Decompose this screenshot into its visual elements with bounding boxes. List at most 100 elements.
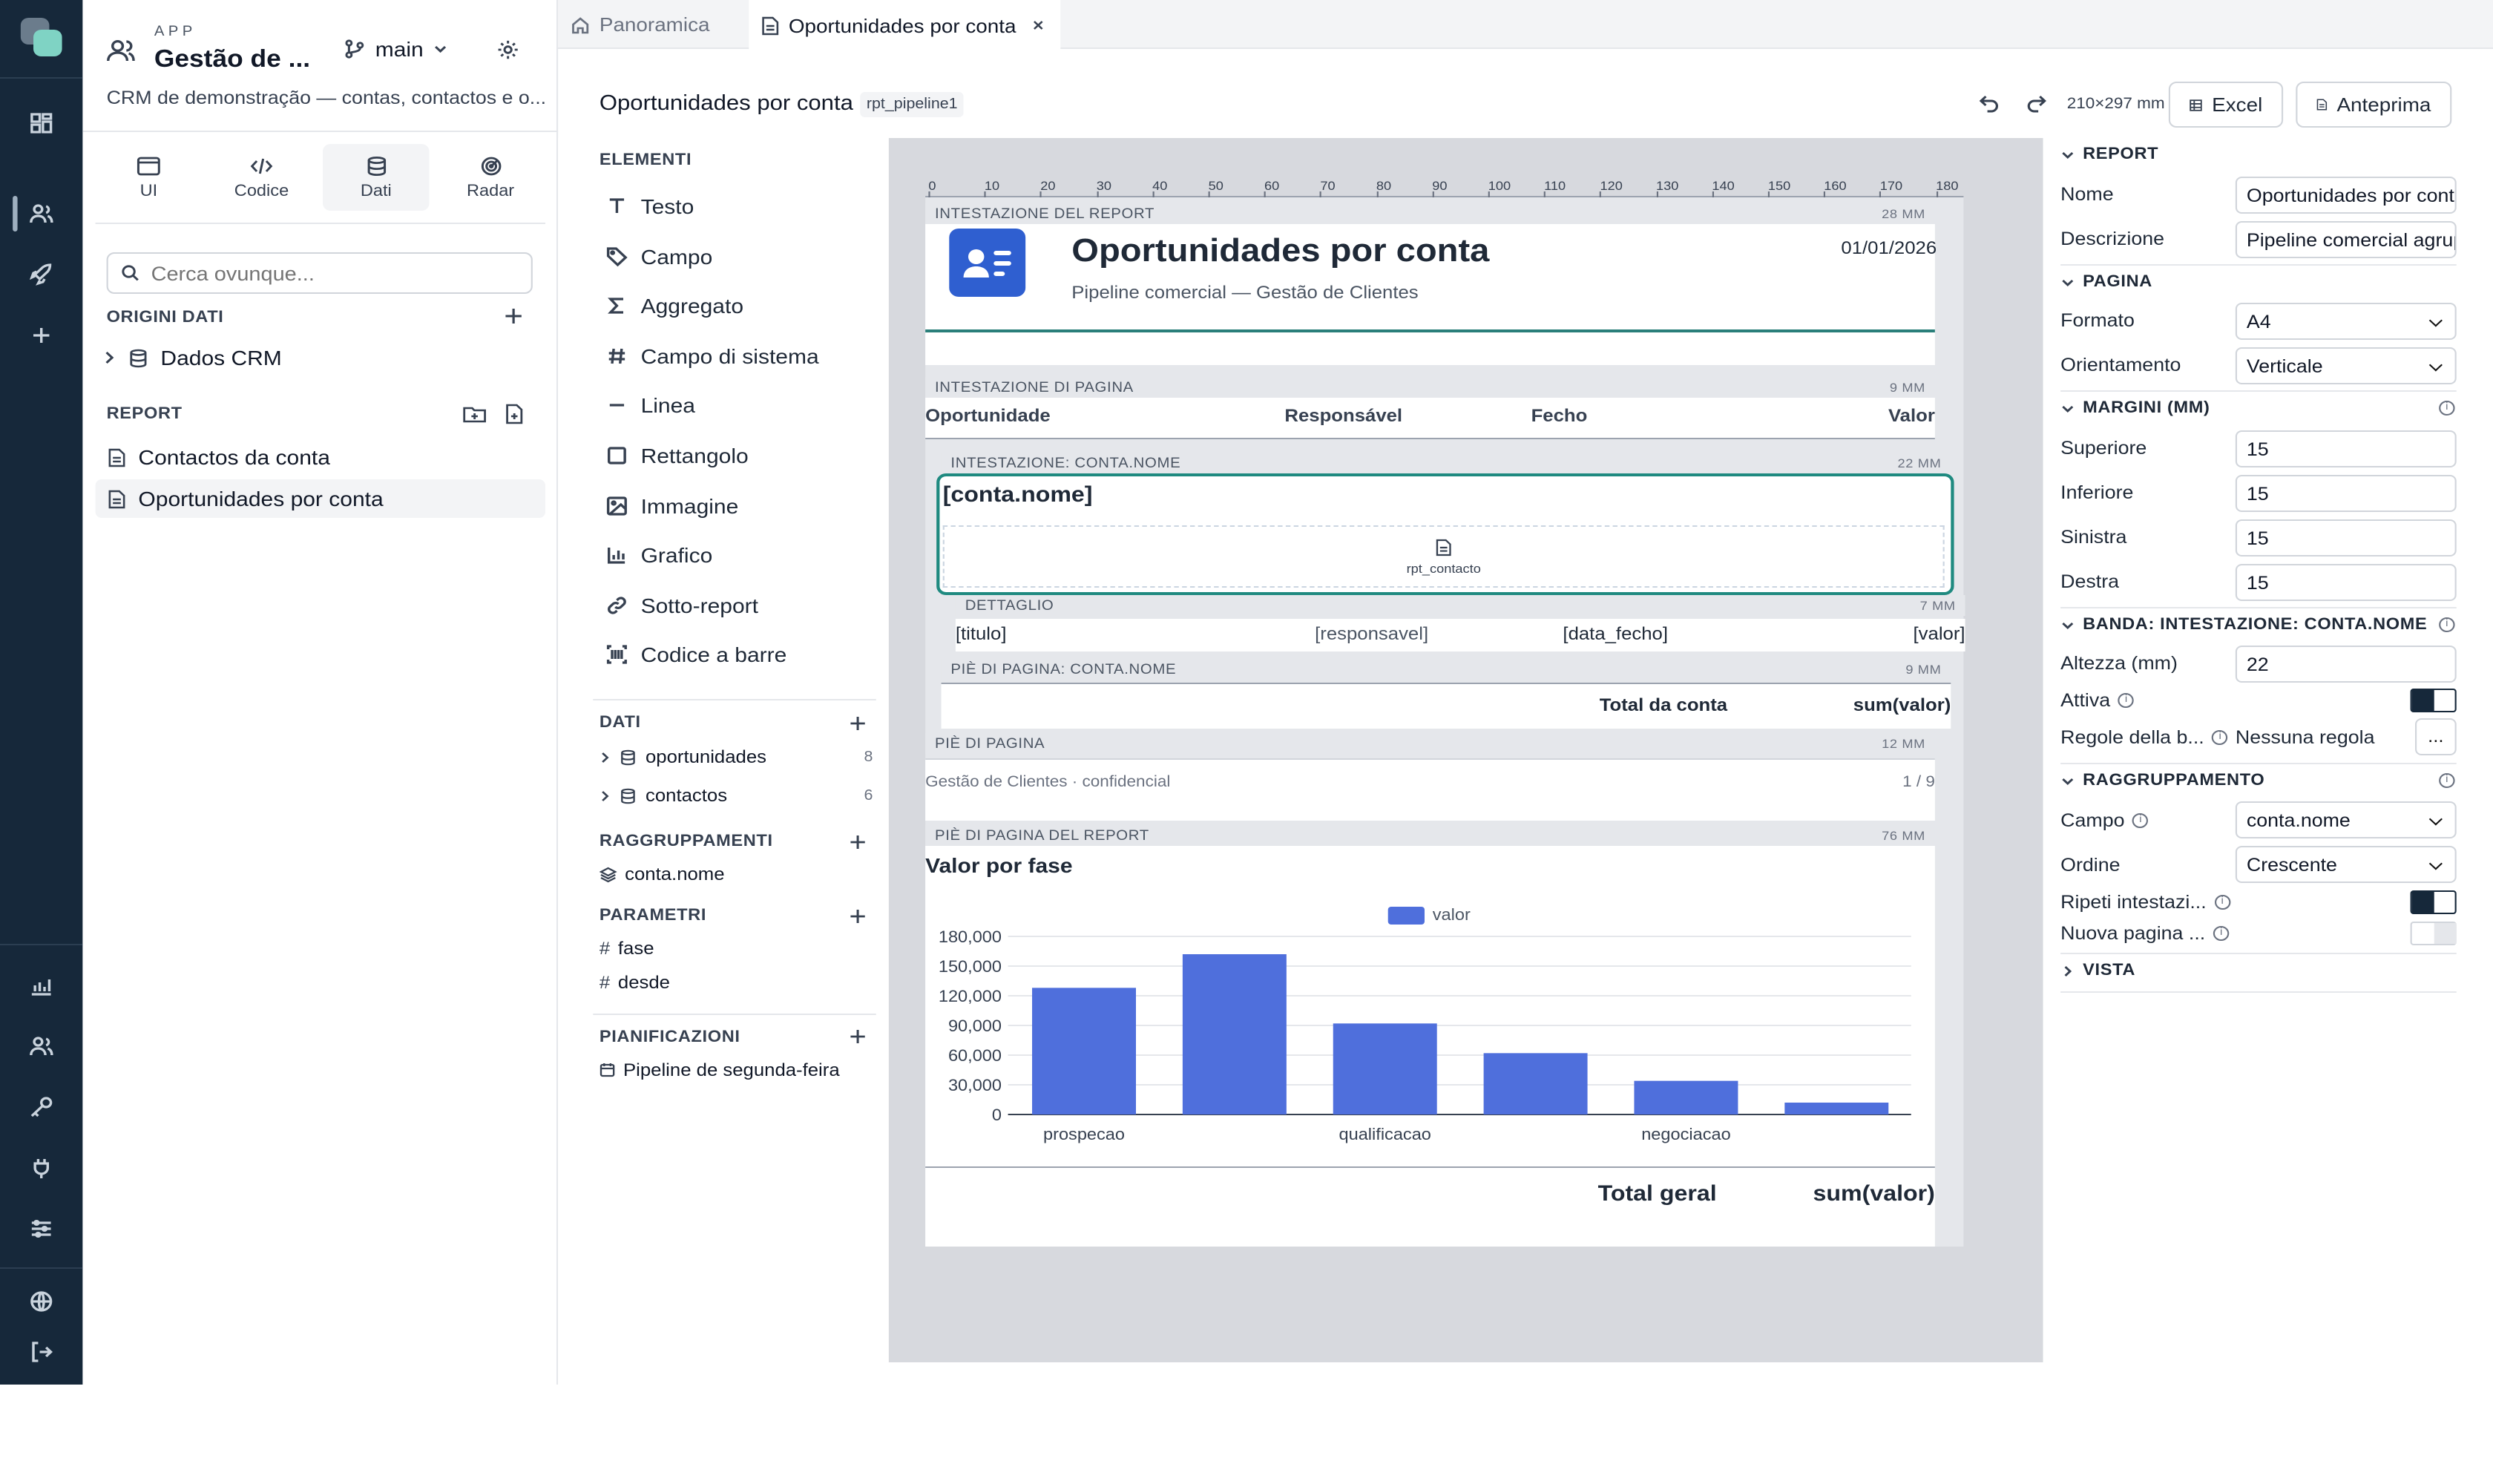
- mode-data-button[interactable]: Dati: [323, 144, 430, 211]
- info-icon[interactable]: i: [2213, 926, 2230, 941]
- detail-field[interactable]: [data_fecho]: [1563, 623, 1668, 644]
- band-detail[interactable]: DETTAGLIO 7 MM: [955, 595, 1965, 616]
- app-logo[interactable]: [20, 18, 62, 56]
- detail-field[interactable]: [titulo]: [956, 623, 1007, 644]
- report-canvas[interactable]: 0 10 20 30 40 50 60 70 80 90 100 110 120 130 140 150 160…: [888, 138, 2043, 1362]
- add-data-icon[interactable]: [849, 715, 867, 732]
- data-source-item[interactable]: Dados CRM: [103, 346, 282, 370]
- group-name-field[interactable]: [conta.nome]: [943, 482, 1093, 508]
- add-icon[interactable]: [22, 318, 60, 353]
- add-data-source-icon[interactable]: [504, 307, 523, 325]
- add-schedule-icon[interactable]: [849, 1028, 867, 1045]
- key-icon[interactable]: [22, 1089, 60, 1125]
- section-view[interactable]: VISTA: [2060, 962, 2135, 979]
- redo-icon[interactable]: [2026, 93, 2048, 114]
- mode-code-button[interactable]: Codice: [211, 144, 312, 211]
- report-name-input[interactable]: Oportunidades por conta: [2235, 177, 2457, 214]
- rocket-icon[interactable]: [22, 257, 60, 292]
- band-height-input[interactable]: 22: [2235, 646, 2457, 683]
- close-icon[interactable]: [1032, 19, 1045, 31]
- element-image[interactable]: Immagine: [605, 494, 738, 518]
- report-header-rule[interactable]: [925, 329, 1935, 332]
- report-item-oportunidades[interactable]: Oportunidades por conta: [95, 479, 546, 518]
- add-grouping-icon[interactable]: [849, 834, 867, 850]
- section-grouping[interactable]: RAGGRUPPAMENTO: [2060, 772, 2264, 789]
- orientation-select[interactable]: Verticale: [2235, 347, 2457, 384]
- report-header-subtitle[interactable]: Pipeline comercial — Gestão de Clientes: [1071, 282, 1418, 303]
- element-system-field[interactable]: Campo di sistema: [605, 344, 819, 368]
- info-icon[interactable]: i: [2132, 813, 2149, 828]
- plug-icon[interactable]: [22, 1150, 60, 1186]
- group-field-select[interactable]: conta.nome: [2235, 801, 2457, 838]
- element-subreport[interactable]: Sotto-report: [605, 594, 758, 617]
- band-report-header[interactable]: INTESTAZIONE DEL REPORT 28 MM: [925, 203, 1935, 224]
- column-header[interactable]: Fecho: [1531, 405, 1588, 426]
- search-input[interactable]: [151, 262, 502, 284]
- report-logo[interactable]: [949, 229, 1026, 297]
- margin-right-input[interactable]: 15: [2235, 564, 2457, 601]
- globe-icon[interactable]: [22, 1284, 60, 1319]
- column-header[interactable]: Responsável: [1284, 405, 1402, 426]
- new-report-icon[interactable]: [504, 404, 525, 424]
- analytics-icon[interactable]: [22, 968, 60, 1003]
- page-format-select[interactable]: A4: [2235, 303, 2457, 340]
- report-item-contactos[interactable]: Contactos da conta: [96, 438, 545, 476]
- margin-top-input[interactable]: 15: [2235, 430, 2457, 467]
- repeat-header-toggle[interactable]: [2410, 890, 2457, 914]
- report-header-title[interactable]: Oportunidades por conta: [1071, 232, 1489, 270]
- report-footer-body[interactable]: Valor por fase valor 180,000 150,000 120,0…: [925, 846, 1935, 1247]
- column-header[interactable]: Valor: [1888, 405, 1935, 426]
- settings-gear-icon[interactable]: [496, 39, 520, 61]
- info-icon[interactable]: i: [2214, 895, 2230, 910]
- page-header-body[interactable]: Oportunidade Responsável Fecho Valor: [925, 398, 1935, 439]
- band-active-toggle[interactable]: [2410, 689, 2457, 712]
- report-header-body[interactable]: Oportunidades por conta Pipeline comerci…: [925, 224, 1937, 365]
- page-footer-text[interactable]: Gestão de Clientes · confidencial: [925, 773, 1170, 791]
- mode-radar-button[interactable]: Radar: [441, 144, 541, 211]
- preview-button[interactable]: Anteprima: [2296, 82, 2452, 128]
- group-footer-body[interactable]: Total da conta sum(valor): [941, 683, 1951, 729]
- add-param-icon[interactable]: [849, 908, 867, 925]
- band-group-footer[interactable]: PIÈ DI PAGINA: CONTA.NOME 9 MM: [941, 659, 1951, 680]
- schedule-item[interactable]: Pipeline de segunda-feira: [600, 1060, 840, 1080]
- logout-icon[interactable]: [22, 1334, 60, 1370]
- element-rectangle[interactable]: Rettangolo: [605, 444, 749, 467]
- data-source-contactos[interactable]: contactos 6: [600, 785, 873, 806]
- undo-icon[interactable]: [1978, 93, 2000, 114]
- section-page[interactable]: PAGINA: [2060, 273, 2152, 291]
- page-number[interactable]: 1 / 9: [1902, 773, 1935, 791]
- band-page-footer[interactable]: PIÈ DI PAGINA 12 MM: [925, 733, 1935, 754]
- tab-oportunidades[interactable]: Oportunidades por conta: [749, 0, 1061, 50]
- group-total-value[interactable]: sum(valor): [1853, 695, 1951, 715]
- page-footer-body[interactable]: Gestão de Clientes · confidencial 1 / 9: [925, 758, 1935, 821]
- data-source-oportunidades[interactable]: oportunidades 8: [600, 746, 873, 767]
- info-icon[interactable]: i: [2439, 401, 2455, 416]
- element-field[interactable]: Campo: [605, 245, 712, 269]
- band-page-header[interactable]: INTESTAZIONE DI PAGINA 9 MM: [925, 377, 1935, 398]
- report-header-date[interactable]: 01/01/2026: [1841, 237, 1937, 258]
- element-chart[interactable]: Grafico: [605, 543, 712, 567]
- info-icon[interactable]: i: [2439, 617, 2455, 632]
- info-icon[interactable]: i: [2212, 730, 2228, 745]
- group-order-select[interactable]: Crescente: [2235, 846, 2457, 883]
- band-group-header[interactable]: INTESTAZIONE: CONTA.NOME 22 MM: [941, 453, 1951, 473]
- chart-title[interactable]: Valor por fase: [925, 853, 1072, 877]
- margin-bottom-input[interactable]: 15: [2235, 475, 2457, 512]
- info-icon[interactable]: i: [2439, 773, 2455, 788]
- subreport-placeholder[interactable]: rpt_contacto: [942, 525, 1945, 588]
- column-header[interactable]: Oportunidade: [925, 405, 1051, 426]
- grand-total-value[interactable]: sum(valor): [1813, 1181, 1935, 1206]
- branch-selector[interactable]: main: [344, 37, 449, 61]
- element-barcode[interactable]: Codice a barre: [605, 643, 786, 666]
- tab-panoramica[interactable]: Panoramica: [558, 0, 749, 49]
- team-icon[interactable]: [22, 1028, 60, 1064]
- group-header-body[interactable]: [conta.nome] rpt_contacto: [936, 473, 1954, 595]
- detail-body[interactable]: [titulo] [responsavel] [data_fecho] [val…: [955, 619, 1965, 651]
- element-text[interactable]: Testo: [605, 194, 694, 218]
- mode-ui-button[interactable]: UI: [99, 144, 199, 211]
- rules-edit-button[interactable]: ...: [2415, 718, 2457, 755]
- users-icon[interactable]: [22, 196, 60, 232]
- element-aggregate[interactable]: Aggregato: [605, 294, 743, 318]
- element-line[interactable]: Linea: [605, 393, 695, 417]
- param-item[interactable]: # fase: [600, 938, 654, 959]
